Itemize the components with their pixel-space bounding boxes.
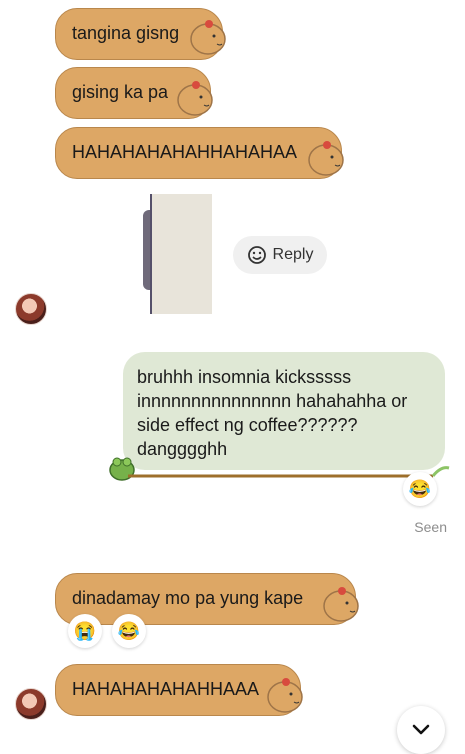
- message-text: HAHAHAHAHAHHAHAHAA: [72, 142, 298, 162]
- reply-label: Reply: [272, 246, 314, 263]
- smiley-icon: [247, 246, 266, 264]
- vine-decoration-icon: [128, 466, 450, 478]
- capybara-sticker-icon: [267, 678, 303, 713]
- reply-button[interactable]: Reply: [233, 236, 327, 274]
- avatar[interactable]: [15, 293, 47, 325]
- laugh-cry-icon: 😂: [408, 478, 432, 499]
- message-text: bruhhh insomnia kicksssss innnnnnnnnnnnn…: [137, 367, 408, 459]
- reaction-badge[interactable]: 😂: [112, 614, 146, 648]
- reaction-badge[interactable]: 😭: [68, 614, 102, 648]
- message-text: HAHAHAHAHAHHAAA: [72, 679, 260, 699]
- capybara-sticker-icon: [308, 141, 344, 176]
- message-text: gising ka pa: [72, 82, 169, 102]
- message-text: dinadamay mo pa yung kape: [72, 588, 304, 608]
- capybara-sticker-icon: [190, 20, 226, 55]
- reaction-badge[interactable]: 😂: [403, 472, 437, 506]
- chevron-down-icon: [412, 724, 430, 735]
- message-bubble[interactable]: HAHAHAHAHAHHAHAHAA: [55, 127, 342, 179]
- message-bubble[interactable]: bruhhh insomnia kicksssss innnnnnnnnnnnn…: [123, 352, 445, 470]
- crying-face-icon: 😭: [73, 620, 97, 641]
- capybara-sticker-icon: [323, 587, 359, 622]
- seen-status: Seen: [414, 519, 447, 535]
- message-text: tangina gisng: [72, 23, 180, 43]
- capybara-sticker-icon: [177, 81, 213, 116]
- laugh-cry-icon: 😂: [117, 620, 141, 641]
- scroll-down-button[interactable]: [397, 706, 445, 754]
- message-bubble[interactable]: dinadamay mo pa yung kape: [55, 573, 356, 625]
- avatar[interactable]: [15, 688, 47, 720]
- shared-media[interactable]: [150, 194, 212, 314]
